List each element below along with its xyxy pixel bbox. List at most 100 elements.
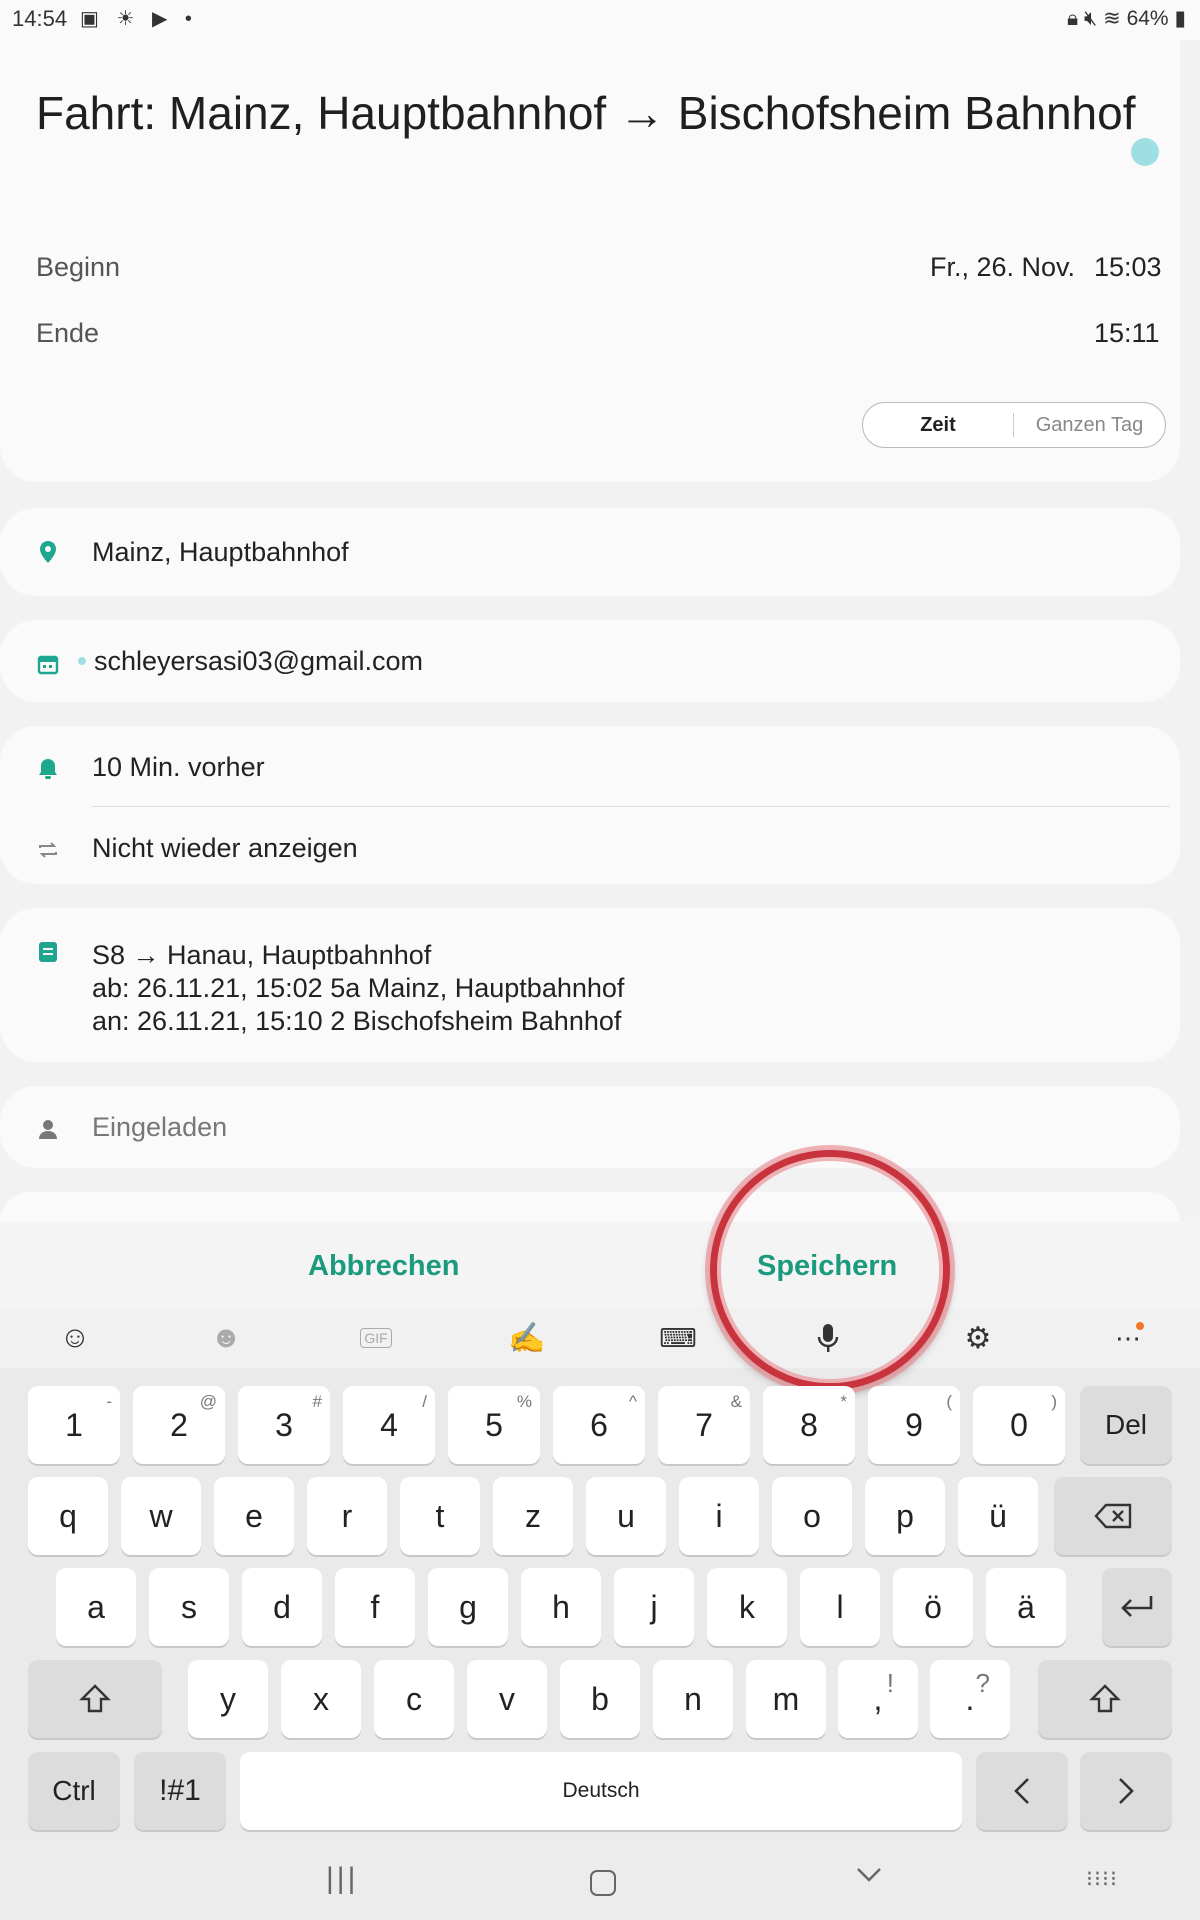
gif-icon[interactable]: GIF: [356, 1318, 396, 1358]
key-v[interactable]: v: [467, 1660, 547, 1738]
event-title[interactable]: Fahrt: Mainz, Hauptbahnhof → Bischofshei…: [36, 86, 1136, 140]
lock-icon: 🔒︎: [1067, 7, 1079, 30]
key-3[interactable]: 3 #: [238, 1386, 330, 1464]
key-a-label: a: [87, 1588, 105, 1625]
handwriting-icon[interactable]: ✍: [507, 1318, 547, 1358]
key-w[interactable]: w: [121, 1477, 201, 1555]
key-x[interactable]: x: [281, 1660, 361, 1738]
key-b[interactable]: b: [560, 1660, 640, 1738]
notes-text[interactable]: S8 → Hanau, Hauptbahnhof ab: 26.11.21, 1…: [92, 939, 624, 1038]
key-n-label: n: [684, 1680, 702, 1717]
status-time: 14:54: [12, 6, 68, 31]
key-ö[interactable]: ö: [893, 1568, 973, 1646]
period-label: .: [965, 1680, 975, 1717]
person-icon: [34, 1115, 62, 1143]
key-0-label: 0: [1010, 1406, 1028, 1443]
key-0[interactable]: 0): [973, 1386, 1065, 1464]
calendar-value[interactable]: schleyersasi03@gmail.com: [94, 646, 423, 677]
key-3-label: 3: [275, 1406, 293, 1443]
key-x-label: x: [313, 1680, 329, 1717]
key-z[interactable]: z: [493, 1477, 573, 1555]
repeat-value[interactable]: Nicht wieder anzeigen: [92, 833, 358, 864]
comma-key[interactable]: , !: [838, 1660, 918, 1738]
key-ä[interactable]: ä: [986, 1568, 1066, 1646]
key-ö-label: ö: [924, 1588, 942, 1625]
keyboard-hide-icon[interactable]: ⁝⁝⁝⁝: [1086, 1866, 1118, 1892]
key-e[interactable]: e: [214, 1477, 294, 1555]
key-g[interactable]: g: [428, 1568, 508, 1646]
key-8-alt: *: [840, 1392, 847, 1411]
key-r[interactable]: r: [307, 1477, 387, 1555]
begin-time[interactable]: 15:03: [1094, 252, 1162, 283]
key-4-label: 4: [380, 1406, 398, 1443]
key-j[interactable]: j: [614, 1568, 694, 1646]
key-c[interactable]: c: [374, 1660, 454, 1738]
tab-ganzen-tag[interactable]: Ganzen Tag: [1014, 403, 1165, 447]
key-3-alt: #: [312, 1392, 322, 1411]
emoji-icon[interactable]: ☺: [55, 1318, 95, 1358]
key-8[interactable]: 8 *: [763, 1386, 855, 1464]
next-card-partial: [0, 1192, 1180, 1222]
key-7[interactable]: 7 &: [658, 1386, 750, 1464]
sticker-icon[interactable]: ☻: [206, 1318, 246, 1358]
cursor-right-key[interactable]: [1080, 1752, 1172, 1830]
key-l[interactable]: l: [800, 1568, 880, 1646]
key-h[interactable]: h: [521, 1568, 601, 1646]
key-t[interactable]: t: [400, 1477, 480, 1555]
begin-date[interactable]: Fr., 26. Nov.: [930, 252, 1075, 283]
key-9[interactable]: 9(: [868, 1386, 960, 1464]
key-d[interactable]: d: [242, 1568, 322, 1646]
key-2-alt: @: [199, 1392, 217, 1411]
note-icon: [34, 938, 62, 966]
invited-field[interactable]: Eingeladen: [92, 1112, 227, 1143]
reminder-value[interactable]: 10 Min. vorher: [92, 752, 265, 783]
event-color-picker[interactable]: [1131, 138, 1159, 166]
key-c-label: c: [406, 1680, 422, 1717]
key-m[interactable]: m: [746, 1660, 826, 1738]
key-o[interactable]: o: [772, 1477, 852, 1555]
keyboard-layout-icon[interactable]: ⌨: [658, 1318, 698, 1358]
key-i[interactable]: i: [679, 1477, 759, 1555]
tab-zeit[interactable]: Zeit: [863, 403, 1013, 447]
key-f[interactable]: f: [335, 1568, 415, 1646]
key-ü-label: ü: [989, 1497, 1007, 1534]
key-1[interactable]: 1-: [28, 1386, 120, 1464]
end-time[interactable]: 15:11: [1094, 318, 1160, 349]
key-u[interactable]: u: [586, 1477, 666, 1555]
key-2[interactable]: 2 @: [133, 1386, 225, 1464]
settings-icon[interactable]: ⚙: [958, 1318, 998, 1358]
key-4-alt: /: [422, 1392, 427, 1411]
ctrl-key[interactable]: Ctrl: [28, 1752, 120, 1830]
location-value[interactable]: Mainz, Hauptbahnhof: [92, 537, 349, 568]
recents-icon[interactable]: |||: [326, 1862, 358, 1896]
cancel-button[interactable]: Abbrechen: [308, 1250, 459, 1283]
symbols-key[interactable]: !#1: [134, 1752, 226, 1830]
key-n[interactable]: n: [653, 1660, 733, 1738]
key-ü[interactable]: ü: [958, 1477, 1038, 1555]
key-v-label: v: [499, 1680, 515, 1717]
key-u-label: u: [617, 1497, 635, 1534]
back-chevron-icon[interactable]: [856, 1866, 882, 1889]
key-s[interactable]: s: [149, 1568, 229, 1646]
comma-alt: !: [886, 1668, 894, 1698]
notification-icons: ▣ ☀ ▶ •: [80, 8, 198, 30]
key-5[interactable]: 5%: [448, 1386, 540, 1464]
key-k[interactable]: k: [707, 1568, 787, 1646]
del-key[interactable]: Del: [1080, 1386, 1172, 1464]
enter-key[interactable]: [1102, 1568, 1172, 1646]
key-y[interactable]: y: [188, 1660, 268, 1738]
key-6[interactable]: 6 ^: [553, 1386, 645, 1464]
key-4[interactable]: 4/: [343, 1386, 435, 1464]
shift-key-right[interactable]: [1038, 1660, 1172, 1738]
key-8-label: 8: [800, 1406, 818, 1443]
period-key[interactable]: . ?: [930, 1660, 1010, 1738]
space-key[interactable]: Deutsch: [240, 1752, 962, 1830]
key-a[interactable]: a: [56, 1568, 136, 1646]
key-7-label: 7: [695, 1406, 713, 1443]
backspace-key[interactable]: [1054, 1477, 1172, 1555]
home-icon[interactable]: [590, 1870, 616, 1896]
key-p[interactable]: p: [865, 1477, 945, 1555]
shift-key-left[interactable]: [28, 1660, 162, 1738]
key-q[interactable]: q: [28, 1477, 108, 1555]
cursor-left-key[interactable]: [976, 1752, 1068, 1830]
